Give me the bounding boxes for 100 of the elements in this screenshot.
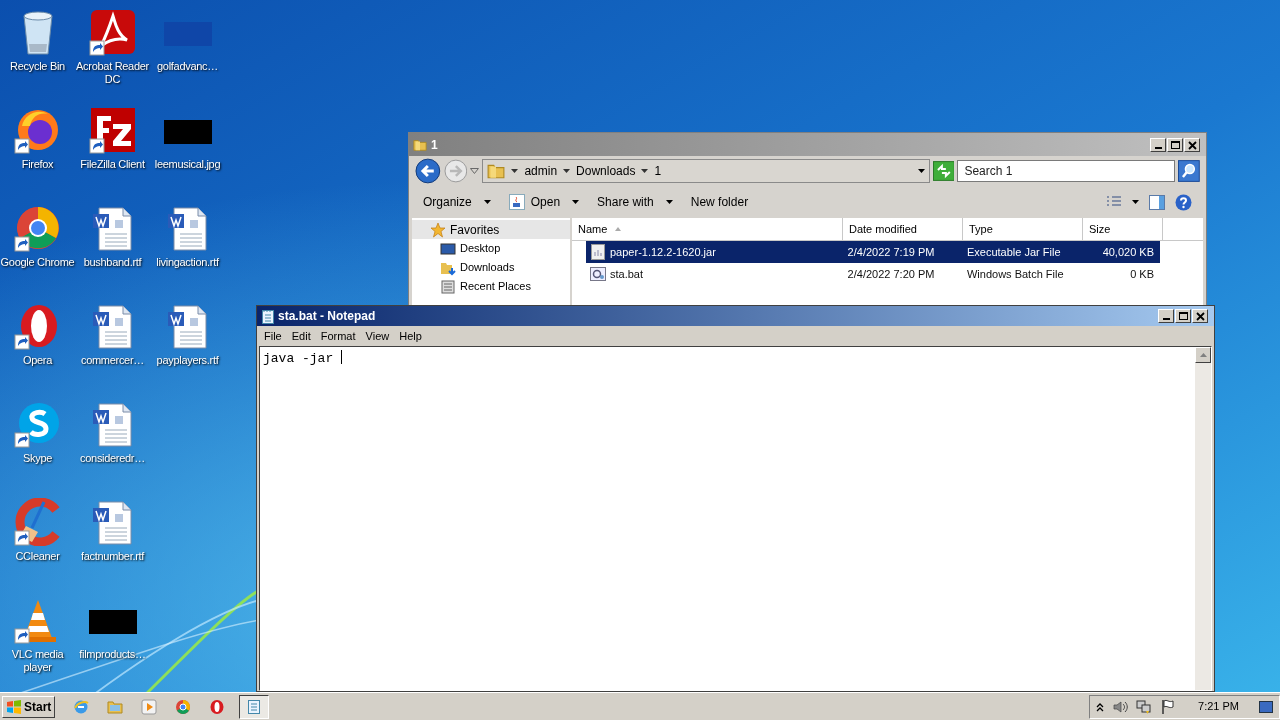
icon-label[interactable]: Skype <box>22 452 53 465</box>
nav-item[interactable]: Favorites <box>412 220 570 239</box>
search-field[interactable]: Search 1 <box>957 160 1176 182</box>
shortcut-ftp-app-icon[interactable] <box>88 106 137 154</box>
file-row[interactable]: paper-1.12.2-1620.jar 2/4/2022 7:19 PM Executable Jar File 40,020 KB <box>586 241 1160 263</box>
window-title: 1 <box>431 136 438 154</box>
menu-item[interactable]: View <box>360 327 395 345</box>
icon-label[interactable]: bushband.rtf <box>83 256 142 269</box>
toolbar-button[interactable]: Open <box>502 190 586 214</box>
dropdown-caret-icon <box>1132 200 1139 204</box>
icon-label[interactable]: golfadvanc… <box>157 60 218 73</box>
icon-label[interactable]: consideredr… <box>80 452 145 465</box>
folder-icon <box>413 137 427 152</box>
menu-item[interactable]: Edit <box>286 327 316 345</box>
icon-label[interactable]: Acrobat Reader DC <box>75 60 150 86</box>
scrollbar[interactable] <box>1195 347 1211 690</box>
speaker-icon[interactable] <box>1112 698 1129 715</box>
minimize-button[interactable] <box>1158 309 1174 323</box>
icon-label[interactable]: FileZilla Client <box>80 158 145 171</box>
icon-label[interactable]: commercer… <box>81 354 144 367</box>
chevron-icon <box>511 169 519 173</box>
minimize-icon <box>1154 146 1162 149</box>
breadcrumb-item[interactable]: admin <box>524 162 558 180</box>
file-row[interactable]: sta.bat 2/4/2022 7:20 PM Windows Batch File 0 KB <box>586 263 1160 285</box>
icon-label[interactable]: Recycle Bin <box>10 60 65 73</box>
flag-icon[interactable] <box>1160 698 1177 715</box>
folder-icon <box>487 162 506 180</box>
taskbar-button[interactable] <box>239 694 270 719</box>
browser-icon <box>175 698 192 715</box>
jar-file-icon <box>590 244 606 260</box>
menu-item[interactable]: Format <box>315 327 361 345</box>
toolbar-button[interactable]: Share with <box>591 190 679 214</box>
menu-item[interactable]: Help <box>394 327 427 345</box>
icon-label[interactable]: livingaction.rtf <box>156 256 219 269</box>
refresh-button[interactable] <box>932 161 955 181</box>
dropdown-caret-icon <box>917 169 925 173</box>
windows-flag-icon <box>6 698 22 715</box>
nav-item[interactable]: Downloads <box>412 258 570 277</box>
close-button[interactable] <box>1184 137 1200 152</box>
maximize-icon <box>1176 310 1190 322</box>
column-header[interactable]: Name <box>572 218 843 240</box>
history-dropdown-icon[interactable] <box>470 168 480 174</box>
chevron-icon <box>563 169 571 173</box>
ring-icon <box>209 698 226 715</box>
close-button[interactable] <box>1192 309 1208 323</box>
help-icon[interactable] <box>1175 193 1192 211</box>
text-cursor <box>341 350 342 364</box>
maximize-icon <box>1168 138 1182 151</box>
maximize-button[interactable] <box>1175 309 1191 323</box>
recent-places-icon <box>440 278 456 295</box>
nav-item[interactable]: Recent Places <box>412 277 570 296</box>
menu-item[interactable]: File <box>259 327 287 345</box>
address-bar[interactable]: admin Downloads 1 <box>482 159 930 183</box>
table-cell: Windows Batch File <box>967 267 1064 280</box>
clock[interactable]: 7:21 PM <box>1198 698 1239 715</box>
shortcut-pdf-app-icon[interactable] <box>88 8 137 56</box>
scroll-up-button[interactable] <box>1195 347 1211 363</box>
table-cell: Executable Jar File <box>967 245 1061 258</box>
minimize-button[interactable] <box>1150 137 1166 152</box>
column-header[interactable]: Date modified <box>843 218 963 240</box>
globe-icon <box>73 698 90 715</box>
play-icon <box>141 698 158 715</box>
nav-item[interactable]: Desktop <box>412 239 570 258</box>
notepad-icon <box>261 308 275 324</box>
icon-label[interactable]: Opera <box>22 354 53 367</box>
dropdown-caret-icon <box>483 200 491 204</box>
toolbar-button[interactable]: New folder <box>684 190 755 214</box>
text-content: java -jar <box>263 350 335 368</box>
breadcrumb-item[interactable]: 1 <box>654 162 662 180</box>
network-icon[interactable] <box>1136 698 1153 715</box>
coffee-cup-icon <box>508 194 525 210</box>
shortcut-chat-app-icon[interactable] <box>13 400 62 448</box>
icon-label[interactable]: leemusical.jpg <box>154 158 221 171</box>
shortcut-broom-icon[interactable] <box>13 498 62 546</box>
chevron-up-icon[interactable] <box>1096 701 1105 712</box>
folder-icon <box>107 698 124 715</box>
preview-pane-icon[interactable] <box>1149 194 1165 210</box>
maximize-button[interactable] <box>1167 137 1183 152</box>
icon-label[interactable]: Firefox <box>21 158 54 171</box>
shortcut-browser-icon[interactable] <box>13 204 62 252</box>
icon-label[interactable]: payplayers.rtf <box>156 354 219 367</box>
column-header[interactable]: Type <box>963 218 1083 240</box>
breadcrumb-item[interactable]: Downloads <box>576 162 636 180</box>
back-button[interactable] <box>415 158 441 184</box>
table-cell: 40,020 KB <box>1102 245 1154 258</box>
search-button[interactable] <box>1178 160 1200 182</box>
star-icon <box>430 221 446 238</box>
column-header[interactable]: Size <box>1083 218 1163 240</box>
arrow-up-icon <box>1199 353 1207 357</box>
show-desktop-icon[interactable] <box>1259 700 1273 713</box>
toolbar-button[interactable]: Organize <box>417 190 497 214</box>
close-icon <box>1185 138 1199 151</box>
close-icon <box>1193 310 1207 322</box>
sort-icon <box>615 227 622 231</box>
icon-label[interactable]: Google Chrome <box>0 256 75 269</box>
window-title: sta.bat - Notepad <box>278 308 376 325</box>
table-cell: 0 KB <box>1130 267 1154 280</box>
minimize-icon <box>1162 318 1170 320</box>
chevron-icon <box>641 169 649 173</box>
start-button[interactable]: Start <box>2 695 56 718</box>
